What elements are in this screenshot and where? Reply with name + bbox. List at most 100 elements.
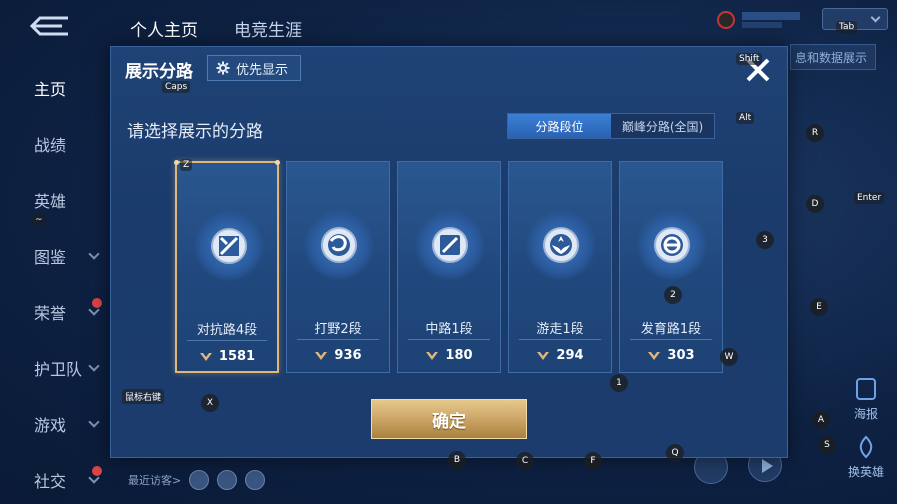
recent-visitors-label: 最近访客> (128, 474, 182, 487)
sidebar-item-label: 护卫队 (34, 360, 83, 379)
clash-lane-icon (194, 211, 264, 281)
key-hint-caps: Caps (162, 81, 191, 93)
hero-switch-icon (859, 435, 873, 459)
divider (408, 339, 490, 340)
sidebar-item-label: 社交 (34, 472, 67, 491)
key-hint-a: A (812, 411, 830, 429)
key-hint-shift: Shift (736, 53, 763, 65)
sidebar-item-honor[interactable]: 荣誉 (0, 284, 110, 340)
divider (187, 340, 267, 341)
chevron-down-icon (870, 12, 881, 23)
key-hint-3: 3 (756, 231, 774, 249)
sidebar-item-label: 英雄 (34, 192, 67, 211)
score-emblem-icon (315, 351, 328, 360)
info-display-button[interactable]: 息和数据展示 (790, 44, 876, 70)
sidebar-item-heroes[interactable]: 英雄 (0, 172, 110, 228)
key-hint-d: D (806, 195, 824, 213)
key-hint-mouse-right: 鼠标右键 (122, 389, 165, 404)
lane-score: 294 (509, 348, 611, 363)
lane-name: 游走1段 (536, 322, 584, 337)
switch-hero-label: 换英雄 (847, 465, 884, 479)
mid-lane-icon (415, 210, 485, 280)
poster-label: 海报 (853, 407, 878, 421)
lane-name: 中路1段 (425, 322, 473, 337)
dialog-title: 展示分路 (125, 62, 193, 82)
sidebar-item-label: 主页 (34, 80, 67, 99)
priority-display-button[interactable]: 优先显示 (207, 55, 301, 81)
sidebar-item-social[interactable]: 社交 (0, 452, 110, 504)
roam-icon (526, 210, 596, 280)
lane-card-mid[interactable]: 中路1段 180 (397, 161, 501, 373)
lane-card-roam[interactable]: 游走1段 294 (508, 161, 612, 373)
lane-mode-toggle[interactable]: 分路段位 巅峰分路(全国) (507, 113, 715, 139)
toggle-lane-rank[interactable]: 分路段位 (508, 114, 611, 138)
sidebar-item-game[interactable]: 游戏 (0, 396, 110, 452)
sidebar-item-label: 图鉴 (34, 248, 67, 267)
lane-score-value: 1581 (218, 349, 256, 364)
key-hint-q: Q (666, 444, 684, 462)
key-hint-b: B (448, 451, 466, 469)
score-emblem-icon (426, 351, 439, 360)
divider (297, 339, 379, 340)
key-hint-w: W (720, 348, 738, 366)
key-hint-tilde: ~ (32, 214, 46, 226)
sidebar-item-guard[interactable]: 护卫队 (0, 340, 110, 396)
score-emblem-icon (648, 351, 661, 360)
lane-score-value: 303 (667, 348, 695, 363)
key-hint-enter: Enter (854, 192, 885, 204)
key-hint-f: F (584, 452, 602, 470)
corner-dot (275, 160, 280, 165)
sidebar-item-home[interactable]: 主页 (0, 60, 110, 116)
avatar[interactable] (189, 470, 210, 490)
lane-card-farm[interactable]: 发育路1段 303 (619, 161, 723, 373)
key-hint-2: 2 (664, 286, 682, 304)
lane-score-value: 294 (556, 348, 584, 363)
back-arrow-icon[interactable] (28, 14, 74, 40)
poster-icon (856, 378, 876, 400)
lane-score-value: 180 (445, 348, 473, 363)
gear-icon (216, 61, 230, 75)
lane-score: 303 (620, 348, 722, 363)
top-tabs: 个人主页 电竞生涯 (130, 16, 302, 41)
confirm-button[interactable]: 确定 (371, 399, 527, 439)
lane-score-value: 936 (334, 348, 362, 363)
chevron-down-icon (88, 416, 100, 428)
key-hint-z: Z (180, 159, 193, 171)
sidebar-item-collection[interactable]: 图鉴 (0, 228, 110, 284)
dialog-subtitle: 请选择展示的分路 (127, 122, 263, 142)
divider (630, 339, 712, 340)
lane-name: 对抗路4段 (196, 323, 258, 338)
lane-card-jungle[interactable]: 打野2段 936 (286, 161, 390, 373)
chevron-down-icon (88, 360, 100, 372)
chevron-down-icon (88, 248, 100, 260)
tab-profile[interactable]: 个人主页 (130, 16, 198, 41)
toggle-peak-lane[interactable]: 巅峰分路(全国) (611, 114, 714, 138)
info-display-label: 息和数据展示 (794, 50, 867, 65)
key-hint-c: C (516, 452, 534, 470)
sidebar-item-label: 荣誉 (34, 304, 67, 323)
key-hint-s: S (818, 436, 836, 454)
lane-score: 936 (287, 348, 389, 363)
key-hint-e: E (810, 298, 828, 316)
sidebar-item-records[interactable]: 战绩 (0, 116, 110, 172)
priority-display-label: 优先显示 (236, 62, 289, 78)
avatar[interactable] (217, 470, 238, 490)
key-hint-r: R (806, 124, 824, 142)
lane-card-clash[interactable]: 对抗路4段 1581 (174, 160, 280, 373)
recent-visitors[interactable]: 最近访客> (128, 470, 266, 490)
avatar[interactable] (245, 470, 266, 490)
tab-esports-career[interactable]: 电竞生涯 (234, 16, 302, 41)
sidebar: 主页 战绩 英雄 图鉴 荣誉 护卫队 游戏 社交 (0, 60, 110, 504)
lane-score: 180 (398, 348, 500, 363)
switch-hero-button[interactable]: 换英雄 (846, 434, 886, 480)
key-hint-x: X (201, 394, 219, 412)
key-hint-1: 1 (610, 374, 628, 392)
user-badge-icon (717, 11, 800, 29)
poster-button[interactable]: 海报 (846, 376, 886, 422)
sidebar-item-label: 游戏 (34, 416, 67, 435)
sidebar-item-label: 战绩 (34, 136, 67, 155)
score-emblem-icon (199, 352, 212, 361)
corner-dot (174, 160, 179, 165)
farm-lane-icon (637, 210, 707, 280)
key-hint-tab: Tab (836, 21, 858, 33)
